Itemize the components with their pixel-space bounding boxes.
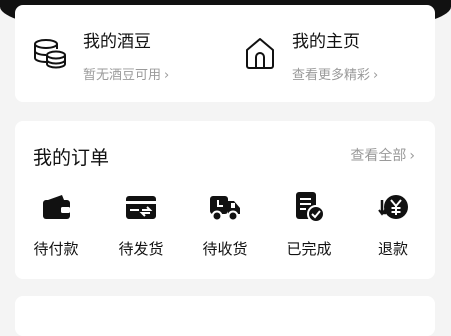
my-orders-card: 我的订单 查看全部 › 待付款 待发货 待收货 已完成 退款 bbox=[15, 121, 435, 279]
chevron-right-icon: › bbox=[373, 68, 379, 83]
wallet-icon bbox=[43, 195, 70, 219]
order-status-pending-shipment[interactable]: 待发货 bbox=[106, 191, 176, 267]
my-homepage-entry[interactable]: 我的主页 查看更多精彩 › bbox=[225, 5, 435, 102]
order-status-label: 待付款 bbox=[33, 240, 79, 258]
truck-icon bbox=[210, 196, 240, 222]
chevron-right-icon: › bbox=[164, 68, 170, 83]
coin-stack-icon bbox=[34, 39, 66, 69]
document-check-icon bbox=[296, 192, 325, 223]
my-homepage-title: 我的主页 bbox=[292, 32, 360, 52]
card-transfer-icon bbox=[126, 196, 156, 219]
order-status-refund[interactable]: 退款 bbox=[358, 191, 428, 267]
order-status-label: 退款 bbox=[377, 240, 408, 258]
my-homepage-subtitle: 查看更多精彩 › bbox=[292, 68, 379, 83]
quick-access-card: 我的酒豆 暂无酒豆可用 › 我的主页 查看更多精彩 › bbox=[15, 5, 435, 102]
view-all-orders-link[interactable]: 查看全部 › bbox=[350, 145, 415, 165]
next-section-card bbox=[15, 296, 435, 336]
order-status-pending-receipt[interactable]: 待收货 bbox=[190, 191, 260, 267]
my-beans-subtitle: 暂无酒豆可用 › bbox=[83, 68, 170, 83]
my-beans-entry[interactable]: 我的酒豆 暂无酒豆可用 › bbox=[15, 5, 225, 102]
orders-title: 我的订单 bbox=[33, 147, 110, 169]
order-status-label: 已完成 bbox=[286, 240, 332, 258]
order-status-label: 待发货 bbox=[118, 240, 164, 258]
order-status-completed[interactable]: 已完成 bbox=[274, 191, 344, 267]
refund-yen-icon bbox=[378, 195, 408, 219]
house-icon bbox=[246, 38, 274, 69]
order-status-pending-payment[interactable]: 待付款 bbox=[21, 191, 91, 267]
chevron-right-icon: › bbox=[409, 148, 415, 164]
order-status-label: 待收货 bbox=[202, 240, 248, 258]
my-beans-title: 我的酒豆 bbox=[83, 32, 151, 52]
